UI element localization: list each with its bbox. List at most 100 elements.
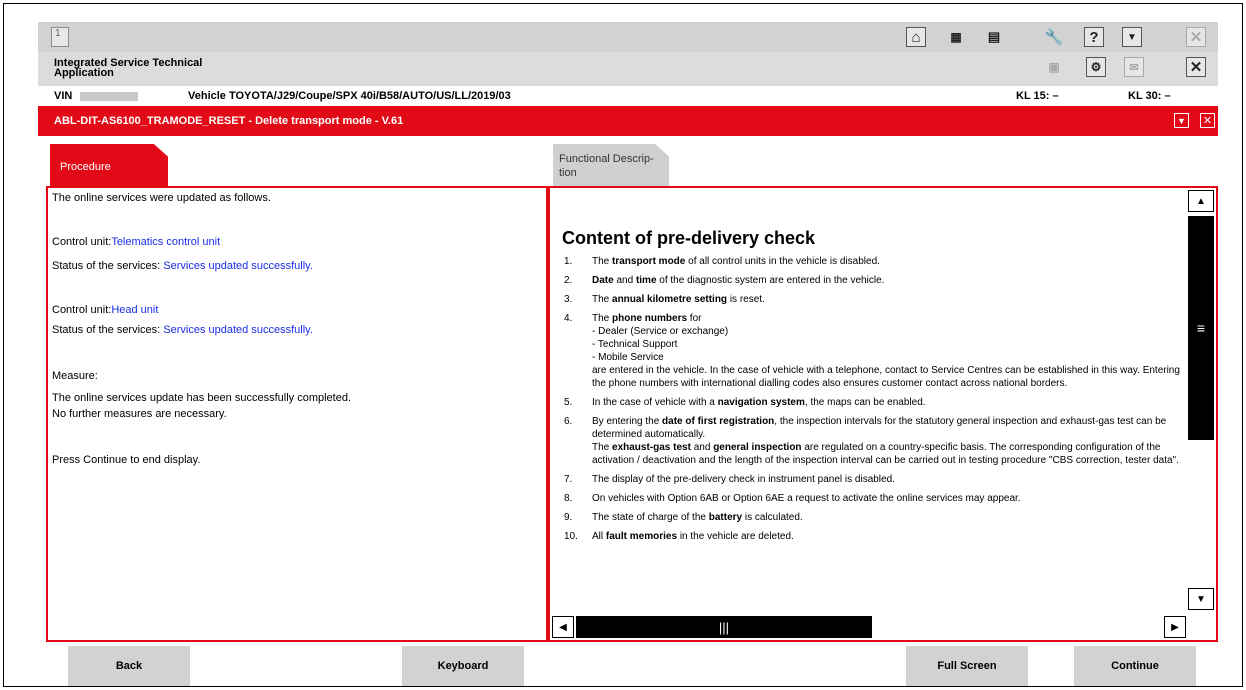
- check-item-text: All: [592, 531, 606, 542]
- check-item: 3. The annual kilometre setting is reset.: [562, 293, 1182, 306]
- minimize-panel-icon[interactable]: ▼: [1174, 113, 1189, 128]
- check-item-keyword: general inspection: [713, 442, 802, 453]
- description-document: Content of pre-delivery check 1. The tran…: [562, 228, 1182, 549]
- service-status-label: Status of the services:: [52, 260, 164, 272]
- check-item: 1. The transport mode of all control unit…: [562, 255, 1182, 268]
- check-item: 4. The phone numbers for - Dealer (Servic…: [562, 312, 1182, 390]
- check-item-keyword: date of first registration: [662, 416, 775, 427]
- check-item-text: and: [613, 275, 636, 286]
- check-item-number: 9.: [564, 512, 573, 523]
- continue-button[interactable]: Continue: [1074, 646, 1196, 686]
- check-item-text: On vehicles with Option 6AB or Option 6A…: [592, 493, 1021, 504]
- scroll-right-icon[interactable]: ▶: [1164, 616, 1186, 638]
- check-item-number: 8.: [564, 493, 573, 504]
- wrench-icon[interactable]: 🔧: [1042, 25, 1066, 49]
- mail-icon[interactable]: ✉: [1124, 57, 1144, 77]
- check-item-text: of all control units in the vehicle is d…: [685, 256, 880, 267]
- description-panel: Content of pre-delivery check 1. The tran…: [548, 186, 1218, 642]
- check-item-text: The state of charge of the: [592, 512, 709, 523]
- check-item-keyword: exhaust-gas test: [612, 442, 691, 453]
- intro-text: The online services were updated as foll…: [52, 192, 271, 204]
- check-item-text: of the diagnostic system are entered in …: [656, 275, 885, 286]
- check-item-number: 7.: [564, 474, 573, 485]
- check-item-text: In the case of vehicle with a: [592, 397, 718, 408]
- service-status-value: Services updated successfully.: [163, 324, 313, 336]
- check-item-number: 2.: [564, 275, 573, 286]
- scroll-left-icon[interactable]: ◀: [552, 616, 574, 638]
- check-item-keyword: battery: [708, 512, 743, 523]
- control-unit-label: Control unit:: [52, 236, 112, 248]
- check-item-text: for - Dealer (Service or exchange) - Tec…: [592, 313, 1180, 389]
- control-unit-value: Head unit: [111, 304, 159, 316]
- check-item-text: The display of the pre-delivery check in…: [592, 474, 895, 485]
- check-item-text: is reset.: [727, 294, 765, 305]
- check-item-text: The: [592, 313, 613, 324]
- close-app-icon[interactable]: ✕: [1186, 27, 1206, 47]
- tab-procedure-label: Procedure: [60, 161, 111, 173]
- check-item-text: , the maps can be enabled.: [804, 397, 926, 408]
- check-item-keyword: phone numbers: [612, 313, 688, 324]
- scroll-down-icon[interactable]: ▼: [1188, 588, 1214, 610]
- back-button[interactable]: Back: [68, 646, 190, 686]
- minimize-icon[interactable]: ▼: [1122, 27, 1142, 47]
- check-item-text: By entering the: [592, 416, 663, 427]
- full-screen-button[interactable]: Full Screen: [906, 646, 1028, 686]
- documents-icon[interactable]: ▣: [1042, 55, 1066, 79]
- check-item: 9. The state of charge of the battery is …: [562, 511, 1182, 524]
- control-unit-line: Control unit:Head unit: [52, 304, 158, 316]
- kl15-status: KL 15: –: [1016, 90, 1059, 102]
- check-item-keyword: fault memories: [605, 531, 678, 542]
- check-item: 8. On vehicles with Option 6AB or Option …: [562, 492, 1182, 505]
- check-item: 6. By entering the date of first registra…: [562, 415, 1182, 467]
- home-icon[interactable]: ⌂: [906, 27, 926, 47]
- control-unit-line: Control unit:Telematics control unit: [52, 236, 220, 248]
- check-item-keyword: navigation system: [717, 397, 805, 408]
- measure-text: No further measures are necessary.: [52, 408, 227, 420]
- test-plan-title: ABL-DIT-AS6100_TRAMODE_RESET - Delete tr…: [54, 115, 404, 127]
- procedure-panel: The online services were updated as foll…: [46, 186, 548, 642]
- close-panel-icon[interactable]: ✕: [1200, 113, 1215, 128]
- top-toolbar: 1 ⌂ ▦ ▤ 🔧 ? ▼ ✕: [38, 22, 1218, 52]
- vertical-scrollbar[interactable]: ▲ ≡ ▼: [1188, 190, 1214, 610]
- diagnosis-icon[interactable]: ▦: [944, 25, 968, 49]
- check-item-keyword: transport mode: [612, 256, 686, 267]
- scroll-thumb-horizontal[interactable]: |||: [576, 616, 872, 638]
- check-item-number: 1.: [564, 256, 573, 267]
- keyboard-button[interactable]: Keyboard: [402, 646, 524, 686]
- scroll-thumb-vertical[interactable]: ≡: [1188, 216, 1214, 440]
- service-status-line: Status of the services: Services updated…: [52, 260, 313, 272]
- check-item-keyword: time: [635, 275, 657, 286]
- check-item: 5. In the case of vehicle with a navigati…: [562, 396, 1182, 409]
- tab-functional-label-line2: tion: [559, 167, 577, 179]
- control-unit-label: Control unit:: [52, 304, 112, 316]
- app-title: Integrated Service Technical Application: [54, 57, 203, 79]
- page-indicator: 1: [51, 27, 69, 47]
- check-item-text: The: [592, 256, 613, 267]
- kl30-status: KL 30: –: [1128, 90, 1171, 102]
- scroll-up-icon[interactable]: ▲: [1188, 190, 1214, 212]
- tab-functional-description[interactable]: Functional Descrip- tion: [553, 144, 669, 186]
- horizontal-scrollbar[interactable]: ◀ ||| ▶: [552, 616, 1186, 638]
- service-status-label: Status of the services:: [52, 324, 164, 336]
- check-list: 1. The transport mode of all control unit…: [562, 255, 1182, 543]
- check-item-number: 6.: [564, 416, 573, 427]
- help-icon[interactable]: ?: [1084, 27, 1104, 47]
- measure-heading: Measure:: [52, 370, 98, 382]
- check-item-text: The: [592, 294, 613, 305]
- tab-functional-label-line1: Functional Descrip-: [559, 153, 654, 165]
- application-header: Integrated Service Technical Application…: [38, 52, 1218, 86]
- check-item-text: and: [690, 442, 714, 453]
- close-icon[interactable]: ✕: [1186, 57, 1206, 77]
- service-status-value: Services updated successfully.: [163, 260, 313, 272]
- settings-icon[interactable]: ⚙: [1086, 57, 1106, 77]
- tab-procedure[interactable]: Procedure: [50, 144, 168, 186]
- check-item-text: is calculated.: [742, 512, 803, 523]
- check-item-number: 3.: [564, 294, 573, 305]
- instruction-text: Press Continue to end display.: [52, 454, 201, 466]
- vehicle-label: Vehicle TOYOTA/J29/Coupe/SPX 40i/B58/AUT…: [188, 90, 511, 102]
- check-item-keyword: Date: [592, 275, 614, 286]
- check-item-number: 4.: [564, 313, 573, 324]
- check-item-number: 5.: [564, 397, 573, 408]
- check-item: 2. Date and time of the diagnostic system…: [562, 274, 1182, 287]
- print-icon[interactable]: ▤: [982, 25, 1006, 49]
